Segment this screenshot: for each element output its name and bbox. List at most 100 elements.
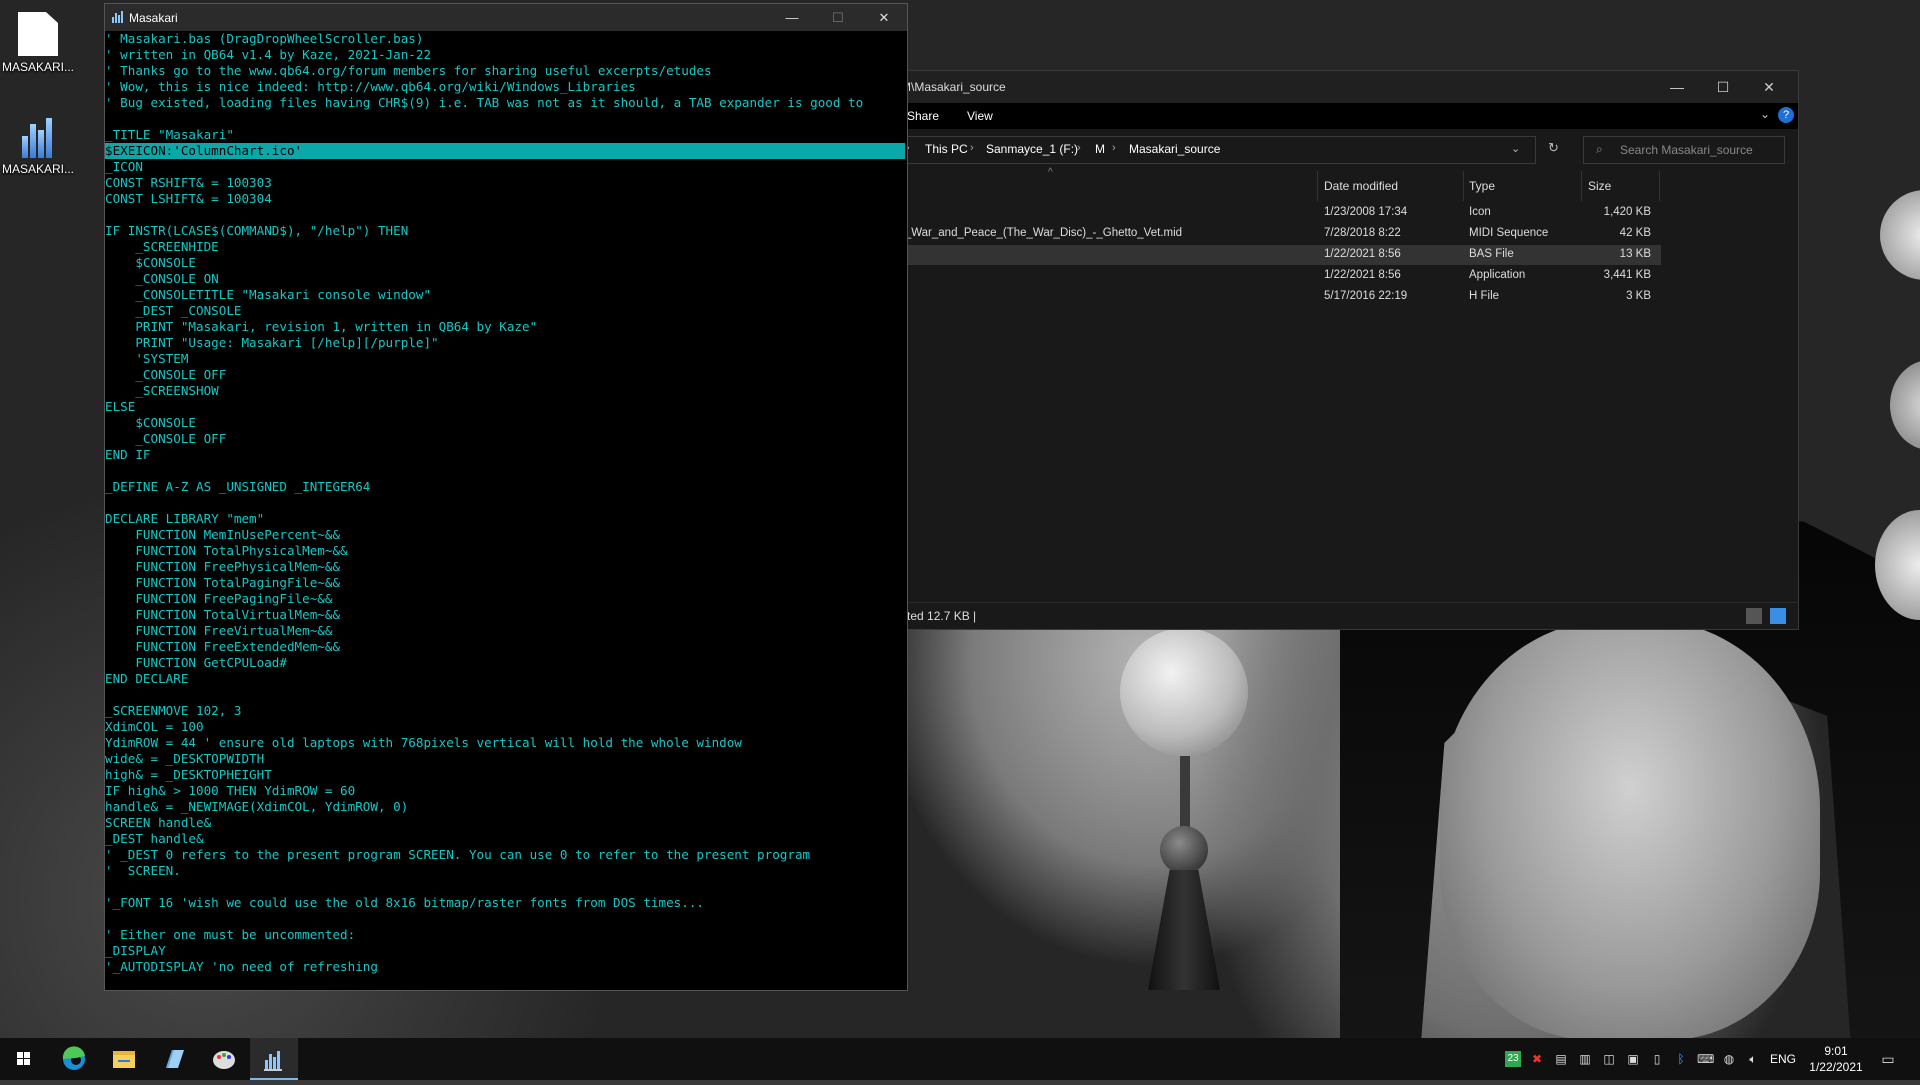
file-explorer-window[interactable]: M\Masakari_source — ☐ ✕ Share View ⌄ ? ›…	[900, 70, 1799, 630]
tray-drive-icon[interactable]: ◫	[1601, 1051, 1617, 1067]
code-line: _ICON	[105, 159, 143, 174]
file-row[interactable]: 5/17/2016 22:19 H File 3 KB	[901, 287, 1661, 307]
sort-caret-icon: ^	[1048, 167, 1053, 178]
qb64-masakari-icon	[264, 1051, 282, 1071]
code-line: PRINT "Masakari, revision 1, written in …	[105, 319, 538, 334]
explorer-maximize-button[interactable]: ☐	[1700, 71, 1746, 103]
file-row[interactable]: 1/23/2008 17:34 Icon 1,420 KB	[901, 203, 1661, 223]
tray-device-icon[interactable]: ▥	[1577, 1051, 1593, 1067]
network-icon[interactable]: ◍	[1721, 1051, 1737, 1067]
code-line: PRINT "Usage: Masakari [/help][/purple]"	[105, 335, 439, 350]
explorer-address-row: › This PC › Sanmayce_1 (F:) › M › Masaka…	[901, 129, 1798, 171]
code-line: FUNCTION GetCPULoad#	[105, 655, 287, 670]
explorer-minimize-button[interactable]: —	[1654, 71, 1700, 103]
edge-icon	[62, 1046, 85, 1070]
desktop-icon-label: MASAKARI...	[1, 162, 75, 176]
tray-usb-icon[interactable]: ▯	[1649, 1051, 1665, 1067]
explorer-close-button[interactable]: ✕	[1746, 71, 1792, 103]
qb64-window[interactable]: Masakari — ☐ ✕ ' Masakari.bas (DragDropW…	[104, 3, 908, 991]
desktop-icon-masakari-file[interactable]: MASAKARI...	[0, 4, 76, 74]
wallpaper-ornament-cord	[1180, 756, 1190, 836]
taskbar-edge[interactable]	[50, 1038, 98, 1080]
large-icons-view-icon[interactable]	[1770, 608, 1786, 624]
language-indicator[interactable]: ENG	[1770, 1052, 1796, 1066]
code-line: _DEFINE A-Z AS _UNSIGNED _INTEGER64	[105, 479, 371, 494]
file-row[interactable]: -_War_and_Peace_(The_War_Disc)_-_Ghetto_…	[901, 224, 1661, 244]
explorer-titlebar[interactable]: M\Masakari_source — ☐ ✕	[901, 71, 1798, 103]
address-bar[interactable]: › This PC › Sanmayce_1 (F:) › M › Masaka…	[901, 136, 1536, 164]
code-line-highlighted: $EXEICON:'ColumnChart.ico'	[105, 143, 905, 159]
notifications-icon[interactable]: ▭	[1880, 1051, 1896, 1067]
breadcrumb-masakari-source[interactable]: Masakari_source	[1129, 142, 1220, 156]
tray-printer-icon[interactable]: ▣	[1625, 1051, 1641, 1067]
tray-error-icon[interactable]: ✖	[1529, 1051, 1545, 1067]
code-line: FUNCTION FreePhysicalMem~&&	[105, 559, 341, 574]
column-chart-app-icon	[112, 11, 123, 23]
tray-monitor-icon[interactable]: ▤	[1553, 1051, 1569, 1067]
code-line: END IF	[105, 447, 151, 462]
code-line: $CONSOLE	[105, 415, 196, 430]
details-view-icon[interactable]	[1746, 608, 1762, 624]
wallpaper-face	[1440, 620, 1820, 1040]
code-line: handle& = _NEWIMAGE(XdimCOL, YdimROW, 0)	[105, 799, 409, 814]
qb64-window-title: Masakari	[129, 11, 178, 25]
ribbon-expand-icon[interactable]: ⌄	[1760, 107, 1770, 121]
code-line: '_AUTODISPLAY 'no need of refreshing	[105, 959, 378, 974]
taskbar-qb64-masakari[interactable]	[250, 1038, 298, 1080]
code-line: IF INSTR(LCASE$(COMMAND$), "/help") THEN	[105, 223, 409, 238]
code-line: FUNCTION MemInUsePercent~&&	[105, 527, 341, 542]
explorer-status-bar: cted 12.7 KB |	[901, 602, 1798, 629]
file-row[interactable]: 1/22/2021 8:56 Application 3,441 KB	[901, 266, 1661, 286]
qb64-titlebar[interactable]: Masakari — ☐ ✕	[105, 4, 907, 31]
code-line: _TITLE "Masakari"	[105, 127, 234, 142]
qb64-maximize-button[interactable]: ☐	[815, 4, 861, 31]
taskbar-notepad[interactable]	[150, 1038, 198, 1080]
code-line: FUNCTION FreeExtendedMem~&&	[105, 639, 341, 654]
search-input[interactable]: ⌕ Search Masakari_source	[1583, 136, 1785, 164]
qb64-close-button[interactable]: ✕	[861, 4, 907, 31]
code-line: CONST LSHIFT& = 100304	[105, 191, 272, 206]
code-line: _CONSOLE ON	[105, 271, 219, 286]
code-line: _DEST _CONSOLE	[105, 303, 242, 318]
code-line: ' SCREEN.	[105, 863, 181, 878]
column-size[interactable]: Size	[1588, 179, 1611, 193]
code-viewer[interactable]: ' Masakari.bas (DragDropWheelScroller.ba…	[105, 31, 905, 990]
status-text: cted 12.7 KB |	[901, 609, 977, 623]
code-line: DECLARE LIBRARY "mem"	[105, 511, 265, 526]
explorer-title: M\Masakari_source	[901, 80, 1006, 94]
clock[interactable]: 9:01 1/22/2021	[1806, 1043, 1866, 1075]
taskbar-file-explorer[interactable]	[100, 1038, 148, 1080]
taskbar-paint[interactable]	[200, 1038, 248, 1080]
volume-icon[interactable]: 🔈︎	[1745, 1051, 1761, 1067]
code-line: FUNCTION TotalPhysicalMem~&&	[105, 543, 348, 558]
code-line: ELSE	[105, 399, 136, 414]
code-line: END DECLARE	[105, 671, 189, 686]
help-icon[interactable]: ?	[1778, 107, 1794, 123]
tray-keyboard-icon[interactable]: ⌨	[1697, 1051, 1714, 1067]
ribbon-tab-view[interactable]: View	[967, 109, 993, 123]
file-row-selected[interactable]: 1/22/2021 8:56 BAS File 13 KB	[901, 245, 1661, 265]
clock-time: 9:01	[1824, 1044, 1848, 1058]
code-line: ' _DEST 0 refers to the present program …	[105, 847, 811, 862]
code-line: _DISPLAY	[105, 943, 166, 958]
code-line: ' written in QB64 v1.4 by Kaze, 2021-Jan…	[105, 47, 432, 62]
refresh-icon[interactable]: ↻	[1548, 140, 1559, 156]
code-line: YdimROW = 44 ' ensure old laptops with 7…	[105, 735, 742, 750]
code-line: high& = _DESKTOPHEIGHT	[105, 767, 272, 782]
breadcrumb-drive[interactable]: Sanmayce_1 (F:)	[986, 142, 1078, 156]
breadcrumb-this-pc[interactable]: This PC	[925, 142, 968, 156]
tray-badge-icon[interactable]: 23	[1505, 1051, 1521, 1067]
ribbon-tab-share[interactable]: Share	[907, 109, 939, 123]
qb64-minimize-button[interactable]: —	[769, 4, 815, 31]
column-date-modified[interactable]: Date modified	[1324, 179, 1398, 193]
breadcrumb-m[interactable]: M	[1095, 142, 1105, 156]
bluetooth-icon[interactable]: ᛒ	[1673, 1051, 1689, 1067]
column-type[interactable]: Type	[1469, 179, 1495, 193]
code-line: ' Either one must be uncommented:	[105, 927, 356, 942]
address-dropdown-icon[interactable]: ⌄	[1511, 142, 1520, 155]
start-button[interactable]	[0, 1038, 48, 1080]
desktop-icon-masakari-app[interactable]: MASAKARI...	[0, 106, 76, 176]
file-icon	[18, 12, 58, 56]
code-line: _SCREENMOVE 102, 3	[105, 703, 242, 718]
